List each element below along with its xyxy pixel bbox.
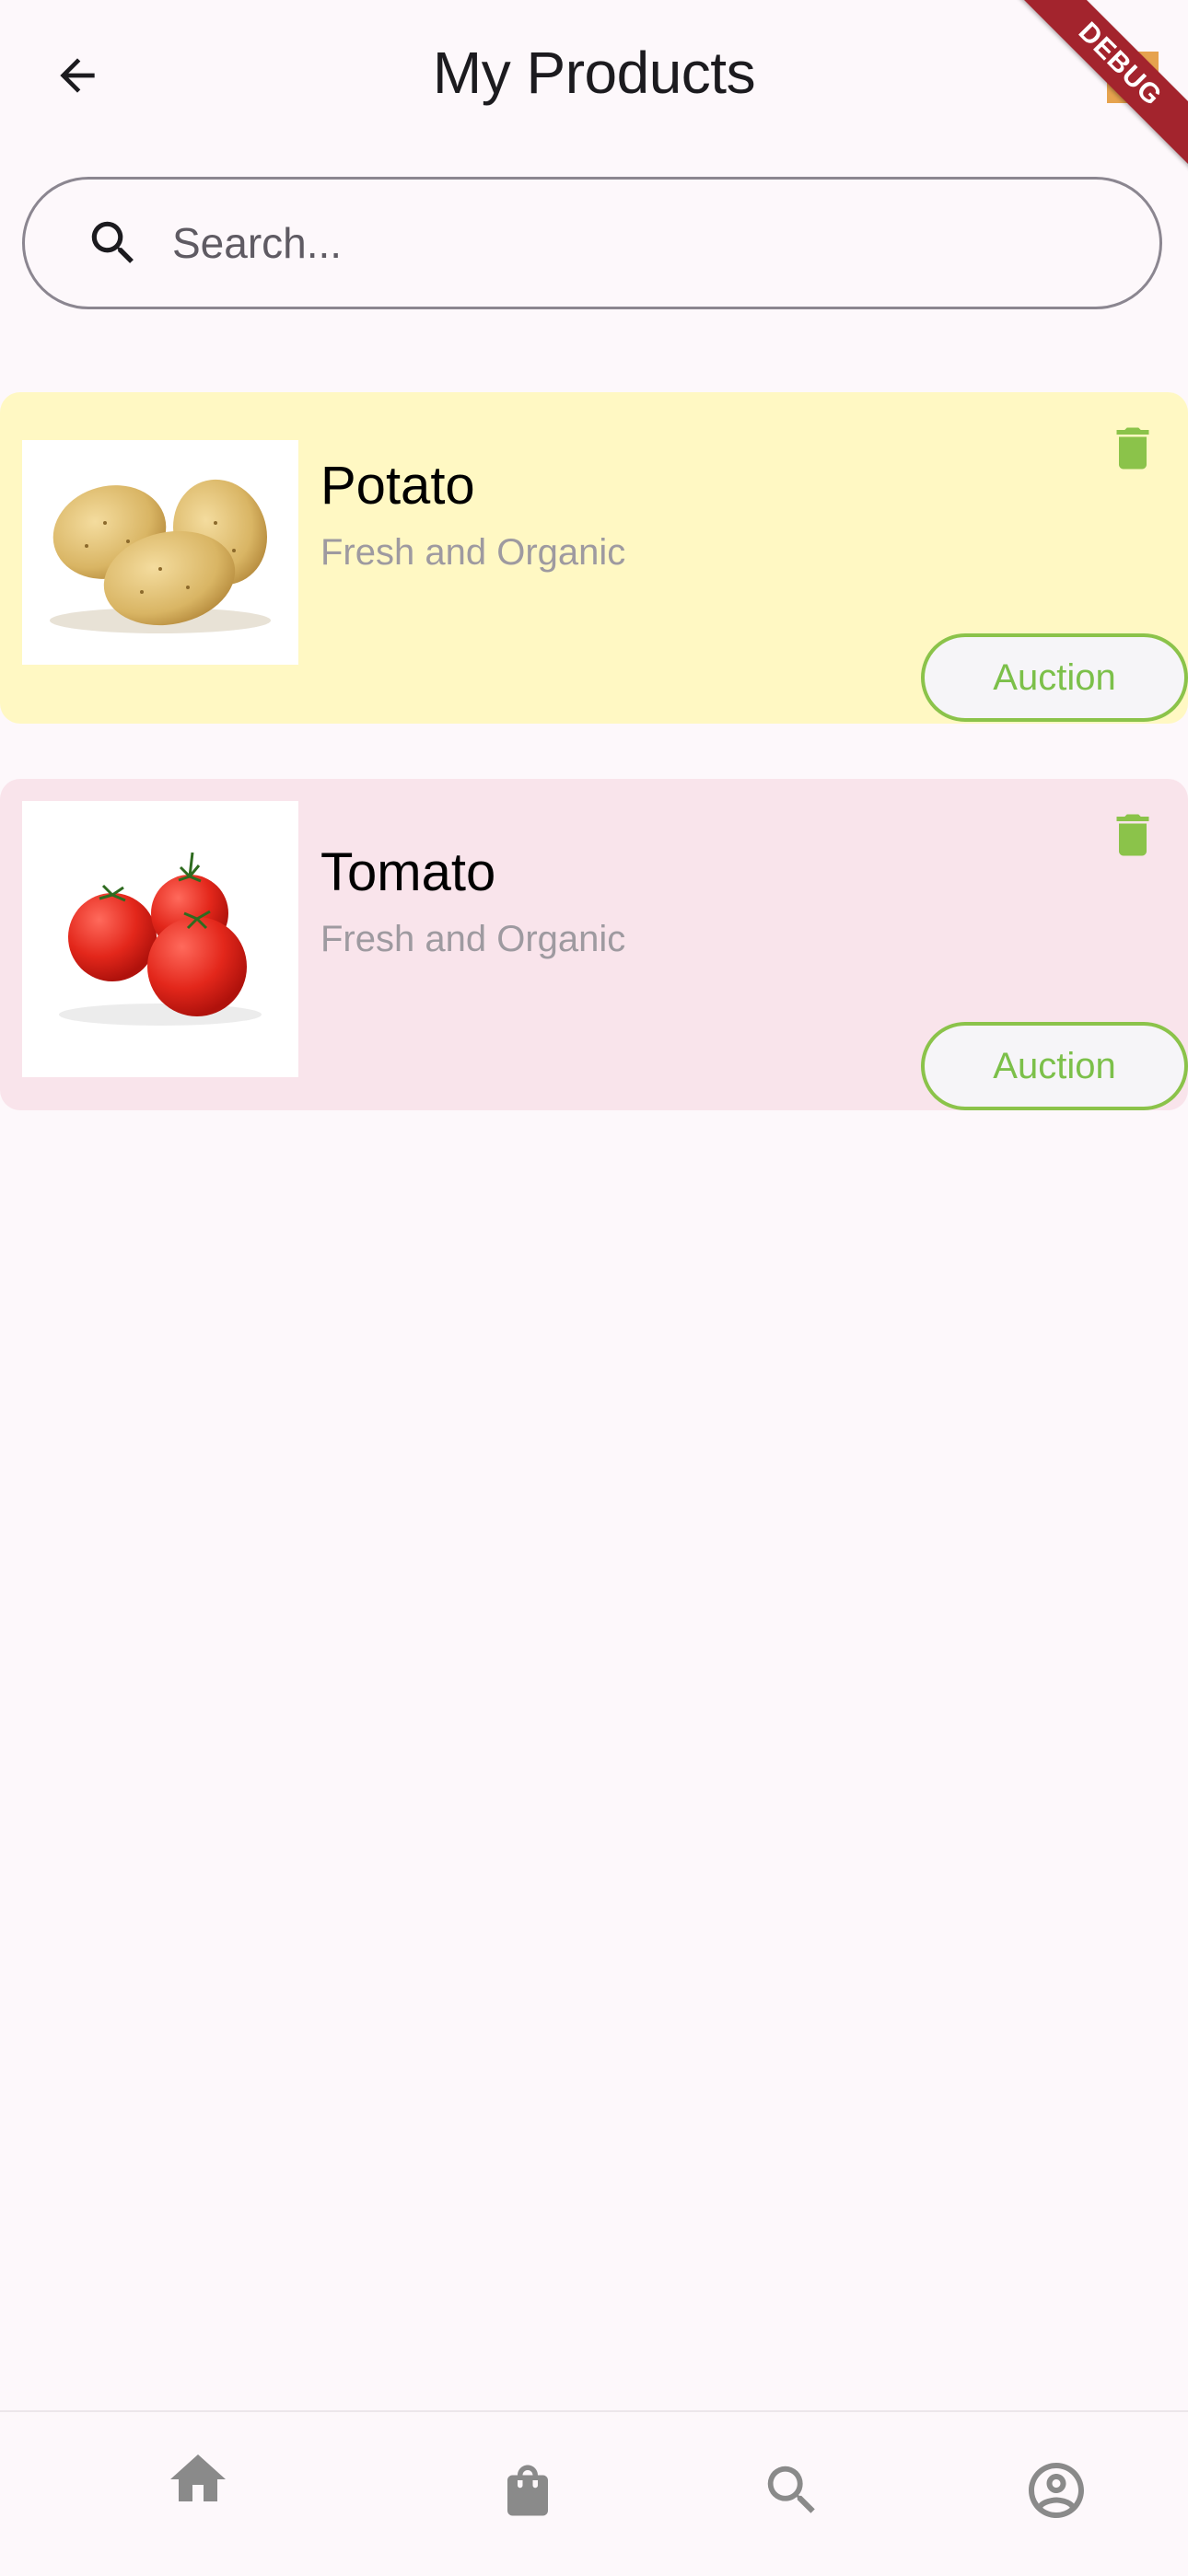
trash-icon [1116, 814, 1149, 856]
delete-button[interactable] [1105, 416, 1160, 481]
nav-search[interactable] [751, 2449, 833, 2532]
product-subtitle: Fresh and Organic [320, 919, 626, 959]
product-image-tomato [22, 801, 298, 1077]
product-name: Tomato [320, 842, 496, 902]
search-icon [84, 214, 143, 273]
home-icon [170, 2454, 226, 2501]
product-card-potato[interactable]: Potato Fresh and Organic Auction [0, 392, 1188, 724]
search-icon [767, 2466, 815, 2513]
app-bar: My Products DEBUG [0, 0, 1188, 184]
delete-button[interactable] [1105, 803, 1160, 867]
nav-profile[interactable] [1015, 2449, 1098, 2532]
shopping-bag-icon [507, 2465, 548, 2516]
product-image-potato [22, 440, 298, 665]
app-bar-action-icon[interactable] [1107, 52, 1159, 103]
product-subtitle: Fresh and Organic [320, 532, 626, 573]
trash-icon [1116, 427, 1149, 470]
auction-button[interactable]: Auction [921, 1022, 1188, 1110]
bottom-navigation [0, 2410, 1188, 2576]
account-circle-icon [1029, 2463, 1084, 2518]
nav-shop[interactable] [486, 2449, 569, 2532]
product-card-tomato[interactable]: Tomato Fresh and Organic Auction [0, 779, 1188, 1110]
product-name: Potato [320, 456, 475, 516]
page-title: My Products [432, 40, 756, 106]
search-input[interactable] [170, 217, 1003, 269]
nav-home[interactable] [157, 2438, 239, 2521]
search-bar[interactable] [22, 177, 1162, 309]
auction-button[interactable]: Auction [921, 633, 1188, 722]
